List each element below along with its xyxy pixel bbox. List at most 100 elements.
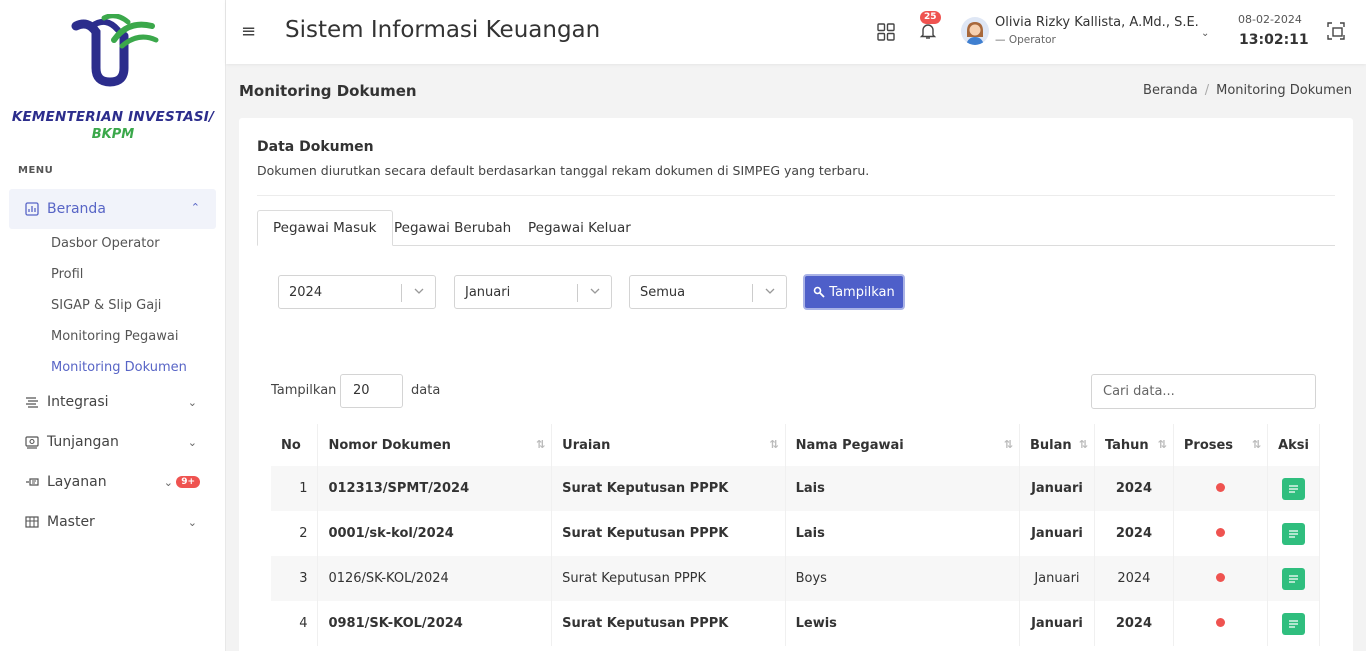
user-role: — Operator [995, 34, 1056, 46]
sidebar-item-integrasi[interactable]: Integrasi ⌄ [25, 392, 205, 412]
show-button[interactable]: Tampilkan [803, 274, 905, 310]
col-header-uraian[interactable]: Uraian ⇅ [551, 424, 786, 466]
col-header-aksi: Aksi [1267, 424, 1320, 466]
sidebar-subitem-monitoring-pegawai[interactable]: Monitoring Pegawai [51, 329, 178, 344]
sidebar-item-label: Layanan [47, 474, 107, 490]
detail-button[interactable] [1282, 522, 1306, 545]
list-icon [1289, 529, 1299, 538]
sidebar-item-layanan[interactable]: Layanan ⌄ 9+ [25, 472, 205, 492]
divider [257, 195, 1335, 196]
brand-subname: BKPM [91, 127, 135, 142]
page-title: Monitoring Dokumen [239, 82, 417, 100]
cell-tahun: 2024 [1094, 601, 1174, 646]
sidebar-item-master[interactable]: Master ⌄ [25, 512, 205, 532]
sidebar-item-beranda[interactable]: Beranda ⌃ [9, 189, 216, 229]
sort-icon: ⇅ [1078, 438, 1088, 451]
status-dot-icon [1215, 528, 1225, 537]
user-avatar[interactable] [961, 17, 989, 45]
cell-no: 1 [271, 466, 319, 511]
sidebar-item-label: Tunjangan [47, 434, 119, 450]
table-row[interactable]: 4 0981/SK-KOL/2024 Surat Keputusan PPPK … [271, 601, 1320, 646]
table-header-row: No Nomor Dokumen ⇅ Uraian ⇅ Nama Pegawai ⇅ … [271, 424, 1320, 466]
allowance-icon [25, 436, 39, 449]
search-input[interactable] [1091, 374, 1316, 409]
cell-tahun: 2024 [1094, 466, 1174, 511]
col-header-label: No [281, 437, 301, 453]
sidebar-subitem-sigap[interactable]: SIGAP & Slip Gaji [51, 298, 161, 313]
sidebar-subitem-dasbor-operator[interactable]: Dasbor Operator [51, 236, 160, 251]
col-header-proses[interactable]: Proses ⇅ [1173, 424, 1269, 466]
sidebar-subitem-profil[interactable]: Profil [51, 267, 83, 282]
page-length-suffix: data [411, 383, 441, 398]
document-card: Data Dokumen Dokumen diurutkan secara de… [239, 118, 1353, 651]
chevron-down-icon [765, 288, 775, 294]
list-icon [1289, 619, 1299, 628]
apps-grid-icon[interactable] [877, 23, 895, 41]
layanan-badge: 9+ [176, 476, 200, 488]
detail-button[interactable] [1282, 477, 1306, 500]
chevron-down-icon[interactable]: ⌄ [1201, 28, 1209, 39]
chevron-up-icon: ⌃ [190, 201, 200, 214]
sort-icon: ⇅ [535, 438, 546, 451]
current-date: 08-02-2024 [1238, 13, 1302, 26]
detail-button[interactable] [1282, 612, 1306, 635]
col-header-label: Nomor Dokumen [328, 437, 451, 453]
tab-pegawai-keluar[interactable]: Pegawai Keluar [513, 210, 646, 246]
cell-bulan: Januari [1019, 466, 1095, 511]
sort-icon: ⇅ [769, 438, 779, 451]
sidebar-item-label: Beranda [47, 201, 106, 217]
ministry-logo[interactable]: KEMENTERIAN INVESTASI/ BKPM [0, 13, 226, 142]
top-header: ≡ Sistem Informasi Keuangan 25 Olivia Ri… [226, 0, 1366, 64]
fullscreen-icon[interactable] [1327, 22, 1345, 40]
card-title: Data Dokumen [257, 139, 374, 155]
col-header-bulan[interactable]: Bulan ⇅ [1019, 424, 1095, 466]
month-select[interactable]: Januari [454, 275, 612, 309]
cell-aksi [1267, 511, 1320, 556]
cell-nomor: 0126/SK-KOL/2024 [317, 556, 553, 601]
app-title: Sistem Informasi Keuangan [285, 17, 601, 43]
cell-proses [1173, 601, 1269, 646]
cell-tahun: 2024 [1094, 556, 1174, 601]
cell-aksi [1267, 601, 1320, 646]
cell-no: 2 [271, 511, 319, 556]
detail-button[interactable] [1282, 567, 1306, 590]
cell-uraian: Surat Keputusan PPPK [551, 466, 786, 511]
status-select[interactable]: Semua [629, 275, 787, 309]
user-name[interactable]: Olivia Rizky Kallista, A.Md., S.E. [995, 15, 1199, 30]
ministry-logo-icon [71, 13, 159, 87]
page-length-input[interactable]: 20 [340, 374, 403, 408]
integration-icon [26, 397, 38, 408]
select-separator [752, 284, 753, 302]
menu-section-label: MENU [18, 165, 54, 176]
cell-nomor: 012313/SPMT/2024 [317, 466, 553, 511]
brand-name: KEMENTERIAN INVESTASI/ [11, 109, 215, 125]
cell-uraian: Surat Keputusan PPPK [551, 556, 786, 601]
cell-nama: Lais [785, 511, 1020, 556]
col-header-no[interactable]: No [271, 424, 319, 466]
sidebar-item-tunjangan[interactable]: Tunjangan ⌄ [25, 432, 205, 452]
cell-bulan: Januari [1019, 511, 1095, 556]
col-header-tahun[interactable]: Tahun ⇅ [1094, 424, 1174, 466]
sidebar-subitem-monitoring-dokumen[interactable]: Monitoring Dokumen [51, 360, 187, 375]
card-description: Dokumen diurutkan secara default berdasa… [257, 163, 870, 178]
table-row[interactable]: 3 0126/SK-KOL/2024 Surat Keputusan PPPK … [271, 556, 1320, 601]
col-header-label: Tahun [1104, 437, 1149, 453]
tab-bar: Pegawai Masuk Pegawai Berubah Pegawai Ke… [257, 210, 1335, 246]
page-length-label: Tampilkan [271, 383, 337, 398]
col-header-label: Proses [1183, 437, 1234, 453]
col-header-nama-pegawai[interactable]: Nama Pegawai ⇅ [785, 424, 1020, 466]
tab-pegawai-masuk[interactable]: Pegawai Masuk [257, 210, 393, 246]
menu-toggle-icon[interactable]: ≡ [241, 21, 256, 42]
notification-count-badge: 25 [920, 11, 941, 24]
breadcrumb-home-link[interactable]: Beranda [1143, 83, 1198, 98]
col-header-nomor-dokumen[interactable]: Nomor Dokumen ⇅ [317, 424, 553, 466]
table-row[interactable]: 2 0001/sk-kol/2024 Surat Keputusan PPPK … [271, 511, 1320, 556]
table-row[interactable]: 1 012313/SPMT/2024 Surat Keputusan PPPK … [271, 466, 1320, 511]
bell-icon[interactable] [919, 22, 937, 40]
cell-proses [1173, 511, 1269, 556]
tab-pegawai-berubah[interactable]: Pegawai Berubah [379, 210, 526, 246]
sort-icon: ⇅ [1251, 438, 1262, 451]
cell-aksi [1267, 466, 1320, 511]
year-select-value: 2024 [289, 285, 323, 300]
year-select[interactable]: 2024 [278, 275, 436, 309]
